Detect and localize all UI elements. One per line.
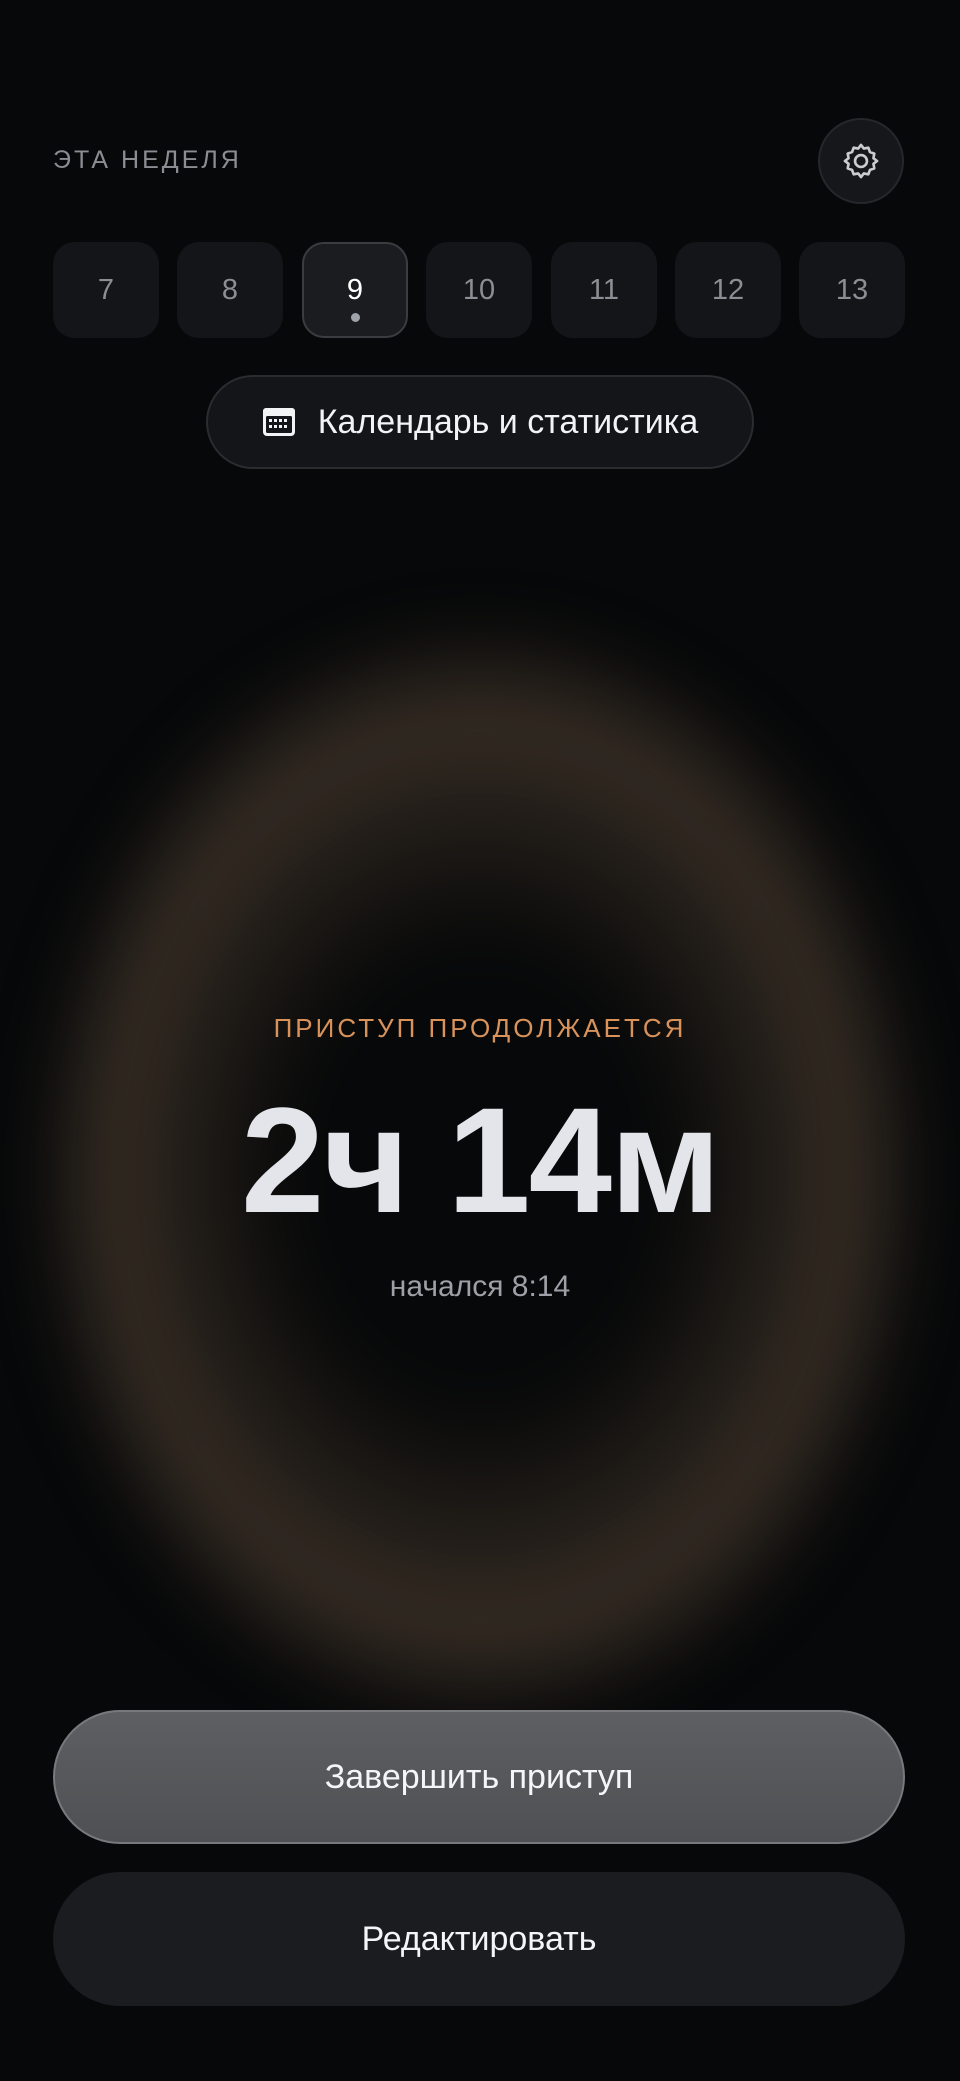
day-number: 13 xyxy=(835,273,869,306)
edit-label: Редактировать xyxy=(361,1919,597,1958)
day-number: 12 xyxy=(711,273,745,306)
episode-duration: 2ч 14м xyxy=(241,1076,721,1244)
week-label: ЭТА НЕДЕЛЯ xyxy=(53,146,242,174)
active-episode-dot xyxy=(350,313,360,322)
end-episode-label: Завершить приступ xyxy=(324,1757,634,1796)
calendar-icon xyxy=(262,408,295,436)
day-13[interactable]: 13 xyxy=(799,242,905,338)
day-11[interactable]: 11 xyxy=(551,242,657,338)
day-number: 9 xyxy=(346,273,364,306)
calendar-stats-label: Календарь и статистика xyxy=(317,402,699,441)
calendar-stats-button[interactable]: Календарь и статистика xyxy=(206,375,754,469)
edit-button[interactable]: Редактировать xyxy=(53,1872,905,2006)
day-number: 7 xyxy=(97,273,115,306)
day-8[interactable]: 8 xyxy=(177,242,283,338)
day-12[interactable]: 12 xyxy=(675,242,781,338)
settings-button[interactable] xyxy=(818,118,904,204)
app-screen: ЭТА НЕДЕЛЯ 7 8 9 10 11 12 13 Календарь и… xyxy=(0,0,960,2081)
day-10[interactable]: 10 xyxy=(426,242,532,338)
end-episode-button[interactable]: Завершить приступ xyxy=(53,1710,905,1844)
episode-status: ПРИСТУП ПРОДОЛЖАЕТСЯ xyxy=(273,1013,687,1043)
week-day-selector: 7 8 9 10 11 12 13 xyxy=(53,242,905,338)
day-9-selected[interactable]: 9 xyxy=(302,242,408,338)
episode-start-time: начался 8:14 xyxy=(389,1270,571,1303)
gear-icon xyxy=(843,143,879,179)
day-number: 8 xyxy=(221,273,239,306)
day-number: 10 xyxy=(462,273,496,306)
day-number: 11 xyxy=(588,273,620,306)
day-7[interactable]: 7 xyxy=(53,242,159,338)
